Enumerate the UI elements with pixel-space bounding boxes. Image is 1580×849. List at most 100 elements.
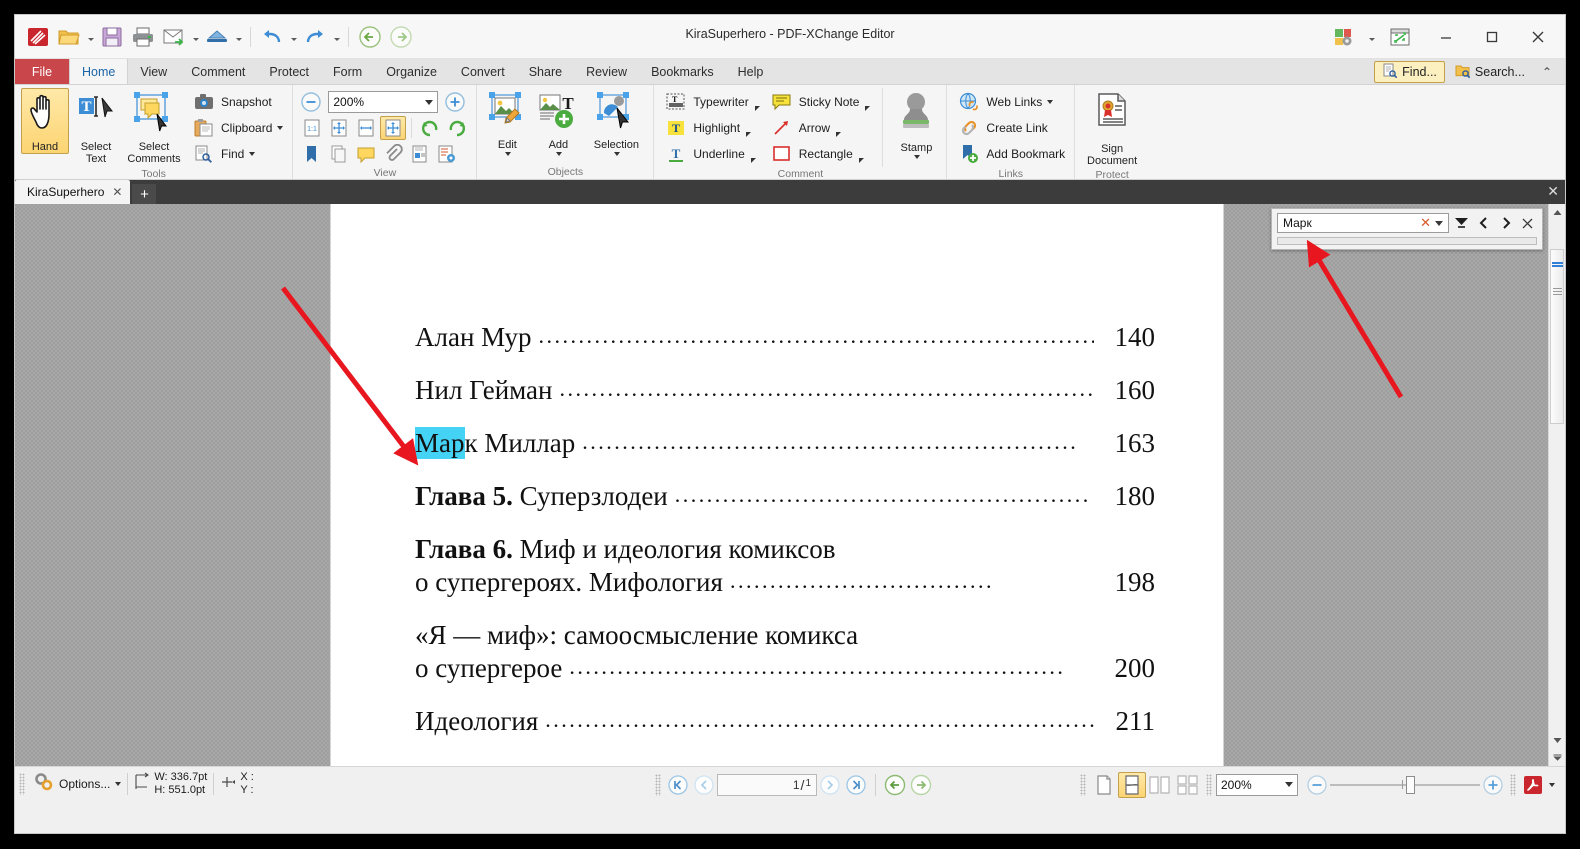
status-grip[interactable] <box>19 773 25 795</box>
selection-button[interactable]: Selection <box>585 88 647 157</box>
customize-dropdown-icon[interactable] <box>1366 22 1377 52</box>
clipboard-button[interactable]: Clipboard <box>188 115 286 141</box>
sticky-note-button[interactable]: Sticky Note <box>766 89 874 115</box>
tab-organize[interactable]: Organize <box>374 59 449 84</box>
clear-search-icon[interactable]: ✕ <box>1416 215 1435 231</box>
scroll-next-page-icon[interactable] <box>1549 749 1565 766</box>
toc-row-ideologiya[interactable]: Идеология ..............................… <box>415 706 1155 737</box>
scroll-up-icon[interactable] <box>1549 204 1565 221</box>
actual-size-icon[interactable]: 1:1 <box>299 116 325 140</box>
tab-comment[interactable]: Comment <box>179 59 257 84</box>
rectangle-dropdown-icon[interactable] <box>858 158 864 163</box>
zoom-in-button[interactable] <box>443 90 467 114</box>
zoom-grip[interactable] <box>1206 773 1212 796</box>
close-find-icon[interactable] <box>1518 214 1537 233</box>
find-toolbar[interactable]: Марк ✕ <box>1271 208 1543 250</box>
save-icon[interactable] <box>97 22 127 52</box>
sign-document-button[interactable]: Sign Document <box>1081 88 1143 168</box>
fit-width-icon[interactable] <box>353 116 379 140</box>
stamp-button[interactable]: Stamp <box>892 88 940 160</box>
fullscreen-icon[interactable] <box>1377 20 1423 54</box>
underline-button[interactable]: T Underline <box>660 141 762 167</box>
nav-grip[interactable] <box>655 773 661 796</box>
rotate-left-icon[interactable] <box>417 116 443 140</box>
snapshot-button[interactable]: Snapshot <box>188 89 286 115</box>
status-zoom-combobox[interactable]: 200% <box>1216 773 1298 796</box>
edit-object-button[interactable]: Edit <box>483 88 531 157</box>
bookmarks-pane-icon[interactable] <box>299 142 325 166</box>
tab-review[interactable]: Review <box>574 59 639 84</box>
rotate-right-icon[interactable] <box>444 116 470 140</box>
email-dropdown-icon[interactable] <box>190 22 201 52</box>
select-comments-button[interactable]: Select Comments <box>123 88 185 166</box>
clipboard-dropdown-icon[interactable] <box>277 126 284 130</box>
customize-icon[interactable] <box>1320 20 1366 54</box>
find-menu-button[interactable]: Find <box>188 141 286 167</box>
undo-icon[interactable] <box>257 22 287 52</box>
back-icon[interactable] <box>355 22 385 52</box>
tab-form[interactable]: Form <box>321 59 374 84</box>
tab-protect[interactable]: Protect <box>257 59 321 84</box>
toc-row-ya-mif-line1[interactable]: «Я — миф»: самоосмысление комикса <box>415 620 1155 651</box>
tab-home[interactable]: Home <box>69 59 129 84</box>
scan-dropdown-icon[interactable] <box>233 22 244 52</box>
tab-help[interactable]: Help <box>726 59 776 84</box>
create-link-button[interactable]: Create Link <box>953 115 1068 141</box>
scrollbar-thumb[interactable] <box>1550 249 1564 424</box>
web-links-dropdown-icon[interactable] <box>1047 100 1054 104</box>
open-in-acrobat-icon[interactable] <box>1520 772 1546 798</box>
tab-file[interactable]: File <box>15 59 69 84</box>
close-tab-icon[interactable]: ✕ <box>112 185 122 199</box>
layout-grip[interactable] <box>1080 773 1086 796</box>
web-links-button[interactable]: Web Links <box>953 89 1068 115</box>
chevron-down-icon[interactable] <box>1285 782 1293 787</box>
last-page-icon[interactable] <box>843 772 869 798</box>
single-page-icon[interactable] <box>1090 772 1118 798</box>
add-object-button[interactable]: T Add <box>534 88 582 157</box>
close-button[interactable] <box>1515 20 1561 54</box>
zoom-out-button[interactable] <box>299 90 323 114</box>
close-all-tabs-icon[interactable]: ✕ <box>1547 183 1559 200</box>
find-next-icon[interactable] <box>1496 214 1515 233</box>
redo-icon[interactable] <box>300 22 330 52</box>
previous-page-icon[interactable] <box>691 772 717 798</box>
hand-tool-button[interactable]: Hand <box>21 88 69 154</box>
tab-view[interactable]: View <box>128 59 179 84</box>
document-viewer[interactable]: Алан Мур ...............................… <box>15 204 1565 766</box>
find-dropdown-icon[interactable] <box>249 152 256 156</box>
toc-row-chapter-6-line1[interactable]: Глава 6. Миф и идеология комиксов <box>415 534 1155 565</box>
stamp-dropdown-icon[interactable] <box>913 155 920 159</box>
pdf-page[interactable]: Алан Мур ...............................… <box>331 204 1223 766</box>
single-page-continuous-icon[interactable] <box>1118 771 1146 798</box>
zoom-slider[interactable] <box>1330 774 1480 796</box>
acrobat-dropdown-icon[interactable] <box>1549 782 1555 787</box>
first-page-icon[interactable] <box>665 772 691 798</box>
highlight-dropdown-icon[interactable] <box>746 132 752 137</box>
toc-row-neil-gaiman[interactable]: Нил Гейман .............................… <box>415 375 1155 406</box>
two-pages-icon[interactable] <box>1146 772 1174 798</box>
toc-row-chapter-5[interactable]: Глава 5. Суперзлодеи ...................… <box>415 481 1155 512</box>
search-button[interactable]: Search... <box>1447 61 1533 83</box>
toc-row-ya-mif-line2[interactable]: о супергерое ...........................… <box>415 653 1155 684</box>
print-icon[interactable] <box>128 22 158 52</box>
find-input[interactable]: Марк ✕ <box>1277 213 1449 233</box>
find-button[interactable]: Find... <box>1374 61 1445 83</box>
status-zoom-in-button[interactable] <box>1480 772 1506 798</box>
underline-dropdown-icon[interactable] <box>750 158 756 163</box>
previous-view-icon[interactable] <box>882 772 908 798</box>
edit-object-dropdown-icon[interactable] <box>504 152 511 156</box>
vertical-scrollbar[interactable] <box>1548 204 1565 766</box>
collapse-ribbon-icon[interactable]: ⌃ <box>1535 65 1559 79</box>
open-dropdown-icon[interactable] <box>85 22 96 52</box>
scroll-down-icon[interactable] <box>1549 732 1565 749</box>
toc-row-mark-millar[interactable]: Марк Миллар ............................… <box>415 427 1155 459</box>
thumbnails-pane-icon[interactable] <box>326 142 352 166</box>
content-pane-icon[interactable] <box>407 142 433 166</box>
app-logo-icon[interactable] <box>23 22 53 52</box>
tab-convert[interactable]: Convert <box>449 59 517 84</box>
pane-options-icon[interactable] <box>434 142 460 166</box>
next-page-icon[interactable] <box>817 772 843 798</box>
document-tab-kirasuperhero[interactable]: KiraSuperhero ✕ <box>15 180 131 204</box>
zoom-level-combobox[interactable]: 200% <box>328 91 439 113</box>
attachments-pane-icon[interactable] <box>380 142 406 166</box>
